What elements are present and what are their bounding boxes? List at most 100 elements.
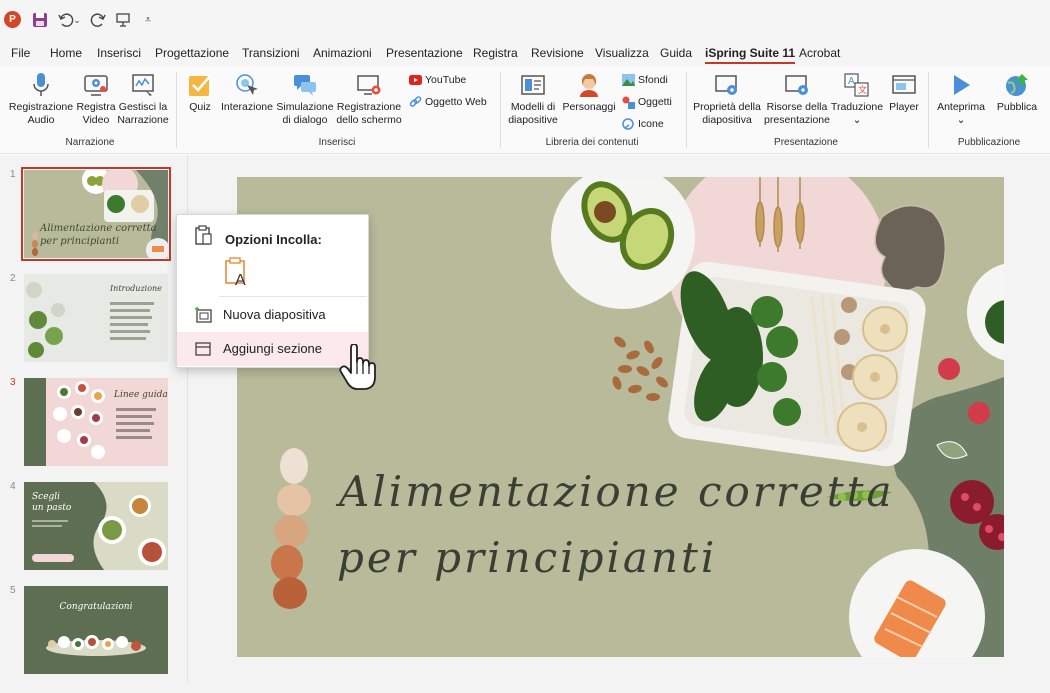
record-video-button[interactable]: Registra Video: [74, 70, 118, 127]
interaction-icon: [232, 70, 262, 100]
tab-progettazione[interactable]: Progettazione: [155, 46, 229, 60]
objects-button[interactable]: Oggetti: [621, 95, 672, 109]
tab-inserisci[interactable]: Inserisci: [97, 46, 141, 60]
hand-cursor-icon: [339, 344, 376, 390]
player-icon: [889, 70, 919, 100]
tab-registra[interactable]: Registra: [473, 46, 518, 60]
add-section-label: Aggiungi sezione: [223, 341, 323, 356]
icons-icon: [621, 117, 635, 131]
tab-guida[interactable]: Guida: [660, 46, 692, 60]
dialog-simulation-button[interactable]: Simulazione di dialogo: [275, 70, 335, 127]
slide-title-line2[interactable]: per principianti: [337, 533, 717, 582]
tab-file[interactable]: File: [11, 46, 30, 60]
tab-transizioni[interactable]: Transizioni: [242, 46, 300, 60]
slide-templates-button[interactable]: Modelli di diapositive: [507, 70, 559, 127]
presentation-resources-button[interactable]: Risorse della presentazione: [764, 70, 830, 127]
publish-button[interactable]: Pubblica: [995, 70, 1039, 114]
group-label-presentazione: Presentazione: [774, 137, 838, 148]
narration-editor-icon: [128, 70, 158, 100]
player-button[interactable]: Player: [887, 70, 921, 114]
slide-thumbnail-panel[interactable]: 1 Alimentazione corretta per principiant…: [0, 155, 188, 683]
add-section-icon: [195, 342, 211, 356]
play-icon: [946, 70, 976, 100]
quiz-label: Quiz: [189, 101, 211, 113]
thumbnail-title: Scegli un pasto: [32, 492, 72, 513]
translation-label: Traduzione ⌄: [830, 101, 884, 126]
svg-text:A: A: [235, 272, 246, 287]
tab-home[interactable]: Home: [50, 46, 82, 60]
characters-label: Personaggi: [562, 101, 616, 113]
tab-visualizza[interactable]: Visualizza: [595, 46, 649, 60]
tab-acrobat[interactable]: Acrobat: [799, 46, 840, 60]
translation-button[interactable]: A文 Traduzione ⌄: [831, 70, 883, 127]
thumbnail-title: Congratulazioni: [59, 602, 133, 612]
ribbon-separator: [686, 72, 687, 148]
tab-revisione[interactable]: Revisione: [531, 46, 584, 60]
workspace: 1 Alimentazione corretta per principiant…: [0, 155, 1050, 693]
slide-number: 1: [10, 169, 16, 180]
interaction-label: Interazione: [221, 101, 273, 113]
slide-thumbnail-3[interactable]: Linee guida: [24, 378, 168, 466]
present-icon[interactable]: [113, 10, 133, 30]
group-label-inserisci: Inserisci: [318, 137, 356, 148]
resources-icon: [782, 70, 812, 100]
preview-button[interactable]: Anteprima ⌄: [936, 70, 986, 127]
slide-title-line1[interactable]: Alimentazione corretta: [339, 467, 895, 516]
characters-button[interactable]: Personaggi: [561, 70, 617, 114]
character-icon: [574, 70, 604, 100]
quiz-button[interactable]: Quiz: [185, 70, 215, 114]
tab-presentazione[interactable]: Presentazione: [386, 46, 463, 60]
slide-properties-icon: [712, 70, 742, 100]
record-audio-button[interactable]: Registrazione Audio: [9, 70, 73, 127]
youtube-label: YouTube: [425, 74, 467, 86]
web-object-label: Oggetto Web: [425, 96, 487, 108]
redo-icon[interactable]: [88, 10, 108, 30]
undo-dropdown-icon[interactable]: ⌄: [72, 10, 82, 30]
tab-animazioni[interactable]: Animazioni: [313, 46, 372, 60]
screen-record-icon: [354, 70, 384, 100]
slide-properties-button[interactable]: Proprietà della diapositiva: [692, 70, 762, 127]
screen-recording-button[interactable]: Registrazione dello schermo: [336, 70, 402, 127]
group-label-libreria: Libreria dei contenuti: [545, 137, 639, 148]
tab-ispring-suite[interactable]: iSpring Suite 11: [705, 46, 796, 64]
slide-thumbnail-4[interactable]: Scegli un pasto: [24, 482, 168, 570]
webcam-icon: [81, 70, 111, 100]
slide-templates-label: Modelli di diapositive: [508, 101, 558, 126]
new-slide-menu-item[interactable]: Nuova diapositiva: [177, 298, 368, 332]
translate-icon: A文: [842, 70, 872, 100]
slide-number: 4: [10, 481, 16, 492]
manage-narration-button[interactable]: Gestisci la Narrazione: [117, 70, 169, 127]
powerpoint-logo: P: [4, 11, 21, 28]
chat-bubbles-icon: [290, 70, 320, 100]
backgrounds-button[interactable]: Sfondi: [621, 73, 668, 87]
publish-label: Pubblica: [996, 101, 1038, 113]
menu-divider: [219, 296, 367, 297]
slide-thumbnail-1[interactable]: Alimentazione corretta per principianti: [21, 167, 171, 261]
dialog-simulation-label: Simulazione di dialogo: [276, 101, 334, 126]
record-audio-label: Registrazione Audio: [8, 101, 74, 126]
screen-recording-label: Registrazione dello schermo: [336, 101, 402, 126]
player-label: Player: [889, 101, 919, 113]
svg-text:A: A: [848, 76, 855, 87]
objects-icon: [621, 95, 635, 109]
customize-icon[interactable]: ⩡: [138, 10, 158, 30]
ribbon: Registrazione Audio Registra Video Gesti…: [0, 66, 1050, 154]
slide-thumbnail-5[interactable]: Congratulazioni: [24, 586, 168, 674]
thumbnail-title: Linee guida: [114, 390, 168, 400]
slide-number: 5: [10, 585, 16, 596]
save-icon[interactable]: [30, 10, 50, 30]
microphone-icon: [26, 70, 56, 100]
link-icon: [408, 95, 422, 109]
paste-text-only-icon: A: [225, 257, 246, 289]
presentation-resources-label: Risorse della presentazione: [764, 101, 830, 126]
background-image-icon: [621, 73, 635, 87]
icons-button[interactable]: Icone: [621, 117, 664, 131]
interaction-button[interactable]: Interazione: [220, 70, 274, 114]
slide-thumbnail-2[interactable]: Introduzione: [24, 274, 168, 362]
paste-text-only-button[interactable]: A: [223, 255, 253, 289]
web-object-button[interactable]: Oggetto Web: [408, 95, 487, 109]
ribbon-tabs: File Home Inserisci Progettazione Transi…: [0, 42, 1050, 66]
youtube-button[interactable]: YouTube: [408, 73, 466, 87]
new-slide-icon: [195, 307, 212, 323]
slide-number: 2: [10, 273, 16, 284]
